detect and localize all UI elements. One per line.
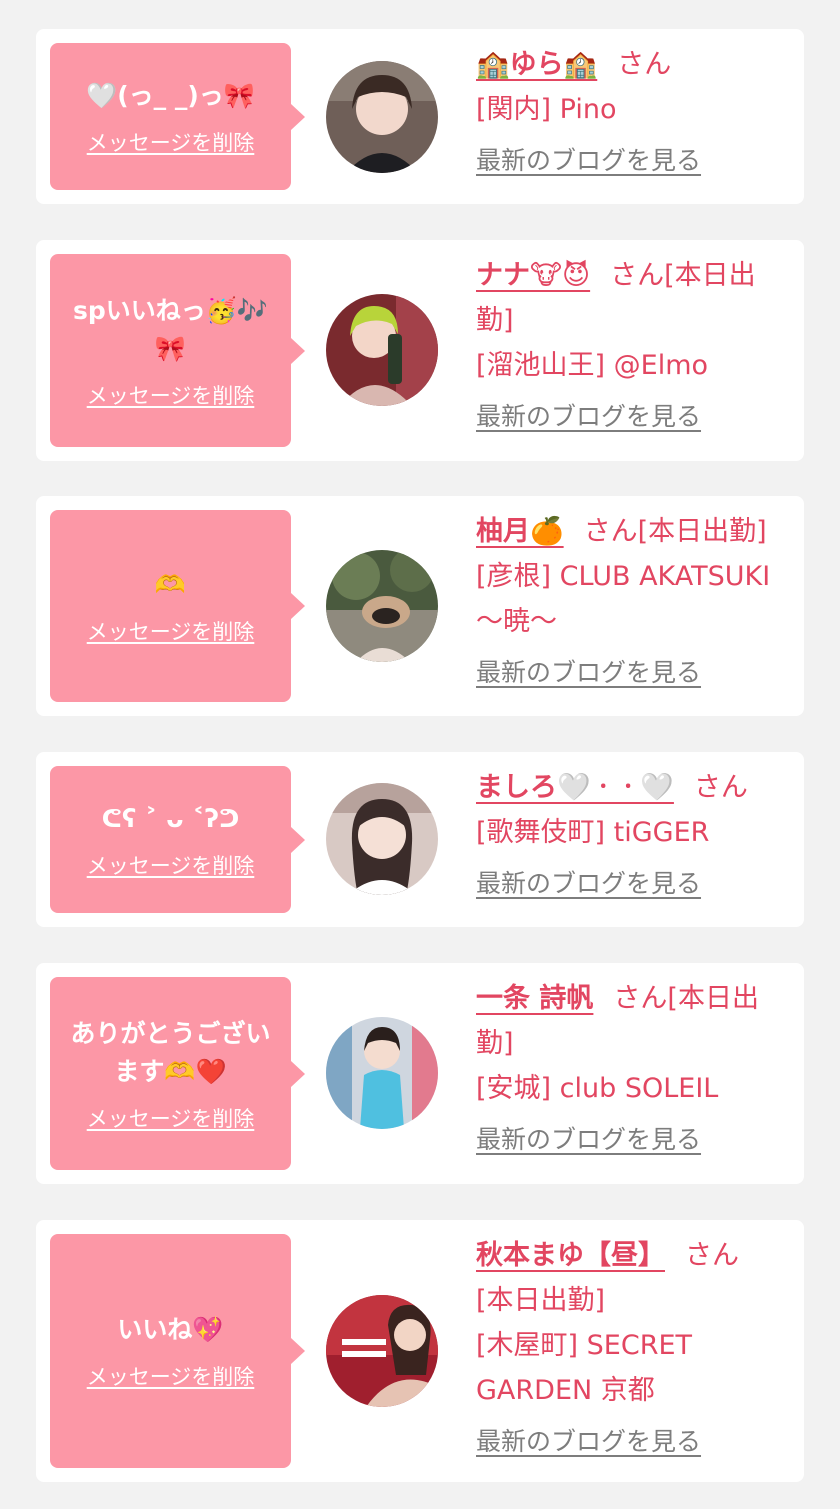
- message-text: spいいねっ🥳🎶🎀: [72, 295, 269, 363]
- message-card: ありがとうございます🫶❤️ メッセージを削除 一条 詩帆 さん[本日出勤] [安城…: [36, 963, 804, 1184]
- shop-label: [歌舞伎町] tiGGER: [476, 817, 710, 848]
- message-bubble: ありがとうございます🫶❤️ メッセージを削除: [50, 977, 305, 1170]
- cast-name-link[interactable]: 一条 詩帆: [476, 983, 593, 1014]
- cast-name-link[interactable]: ナナ🐮😈: [476, 260, 590, 291]
- latest-blog-link[interactable]: 最新のブログを見る: [476, 1419, 790, 1464]
- cast-name-link[interactable]: 🏫ゆら🏫: [476, 49, 597, 80]
- shop-label: [安城] club SOLEIL: [476, 1073, 719, 1104]
- message-bubble: 🫶 メッセージを削除: [50, 510, 305, 702]
- avatar[interactable]: [326, 294, 438, 406]
- honorific: さん: [617, 49, 672, 80]
- cast-name-link[interactable]: 柚月🍊: [476, 516, 564, 547]
- latest-blog-link[interactable]: 最新のブログを見る: [476, 394, 790, 439]
- cast-info: 秋本まゆ【昼】 さん [本日出勤] [木屋町] SECRET GARDEN 京都 …: [476, 1233, 790, 1464]
- delete-message-link[interactable]: メッセージを削除: [87, 127, 255, 157]
- message-bubble: 🤍(っ_ _)っ🎀 メッセージを削除: [50, 43, 305, 190]
- message-card: ᕦ⁠ʕ⁠ ⁠˃⁠ ⁠ᴗ ⁠˂⁠ʔ⁠ᕤ メッセージを削除 ましろ🤍ㆍㆍ🤍 さん [歌…: [36, 752, 804, 927]
- message-text: ありがとうございます🫶❤️: [70, 1018, 271, 1086]
- cast-info: ナナ🐮😈 さん[本日出勤] [溜池山王] @Elmo 最新のブログを見る: [476, 253, 790, 439]
- avatar[interactable]: [326, 783, 438, 895]
- shop-label: [彦根] CLUB AKATSUKI 〜暁〜: [476, 561, 771, 637]
- latest-blog-link[interactable]: 最新のブログを見る: [476, 138, 790, 183]
- message-card: 🫶 メッセージを削除 柚月🍊 さん[本日出勤] [彦根] CLUB AKATSUK…: [36, 496, 804, 716]
- shop-label: [溜池山王] @Elmo: [476, 350, 709, 381]
- delete-message-link[interactable]: メッセージを削除: [87, 1103, 255, 1133]
- latest-blog-link[interactable]: 最新のブログを見る: [476, 861, 790, 906]
- delete-message-link[interactable]: メッセージを削除: [87, 850, 255, 880]
- attendance-status: [本日出勤]: [637, 516, 767, 547]
- honorific: さん: [610, 260, 665, 291]
- attendance-status: [本日出勤]: [476, 1285, 606, 1316]
- cast-info: 柚月🍊 さん[本日出勤] [彦根] CLUB AKATSUKI 〜暁〜 最新のブロ…: [476, 509, 790, 695]
- cast-info: ましろ🤍ㆍㆍ🤍 さん [歌舞伎町] tiGGER 最新のブログを見る: [476, 765, 790, 906]
- latest-blog-link[interactable]: 最新のブログを見る: [476, 1117, 790, 1162]
- cast-name-link[interactable]: 秋本まゆ【昼】: [476, 1240, 665, 1271]
- shop-label: [木屋町] SECRET GARDEN 京都: [476, 1330, 693, 1406]
- delete-message-link[interactable]: メッセージを削除: [87, 380, 255, 410]
- delete-message-link[interactable]: メッセージを削除: [87, 1361, 255, 1391]
- latest-blog-link[interactable]: 最新のブログを見る: [476, 650, 790, 695]
- message-card: spいいねっ🥳🎶🎀 メッセージを削除 ナナ🐮😈 さん[本日出勤] [溜池山王] @…: [36, 240, 804, 461]
- message-card: いいね💖 メッセージを削除 秋本まゆ【昼】 さん [本日出勤] [木屋町] SEC…: [36, 1220, 804, 1482]
- message-text: 🫶: [154, 570, 187, 599]
- message-bubble: spいいねっ🥳🎶🎀 メッセージを削除: [50, 254, 305, 447]
- avatar[interactable]: [326, 61, 438, 173]
- honorific: さん: [685, 1240, 739, 1271]
- message-list: 🤍(っ_ _)っ🎀 メッセージを削除 🏫ゆら🏫 さん [関内] Pino 最新のブ…: [0, 0, 840, 1509]
- message-bubble: ᕦ⁠ʕ⁠ ⁠˃⁠ ⁠ᴗ ⁠˂⁠ʔ⁠ᕤ メッセージを削除: [50, 766, 305, 913]
- cast-name-link[interactable]: ましろ🤍ㆍㆍ🤍: [476, 772, 674, 803]
- avatar[interactable]: [326, 1017, 438, 1129]
- message-card: 🤍(っ_ _)っ🎀 メッセージを削除 🏫ゆら🏫 さん [関内] Pino 最新のブ…: [36, 29, 804, 204]
- message-text: 🤍(っ_ _)っ🎀: [86, 80, 255, 110]
- avatar[interactable]: [326, 550, 438, 662]
- cast-info: 🏫ゆら🏫 さん [関内] Pino 最新のブログを見る: [476, 42, 790, 183]
- delete-message-link[interactable]: メッセージを削除: [87, 616, 255, 646]
- message-bubble: いいね💖 メッセージを削除: [50, 1234, 305, 1468]
- avatar[interactable]: [326, 1295, 438, 1407]
- honorific: さん: [693, 772, 748, 803]
- honorific: さん: [583, 516, 638, 547]
- honorific: さん: [613, 983, 668, 1014]
- shop-label: [関内] Pino: [476, 94, 617, 125]
- message-text: ᕦ⁠ʕ⁠ ⁠˃⁠ ⁠ᴗ ⁠˂⁠ʔ⁠ᕤ: [101, 803, 240, 833]
- message-text: いいね💖: [117, 1315, 224, 1344]
- cast-info: 一条 詩帆 さん[本日出勤] [安城] club SOLEIL 最新のブログを見る: [476, 976, 790, 1162]
